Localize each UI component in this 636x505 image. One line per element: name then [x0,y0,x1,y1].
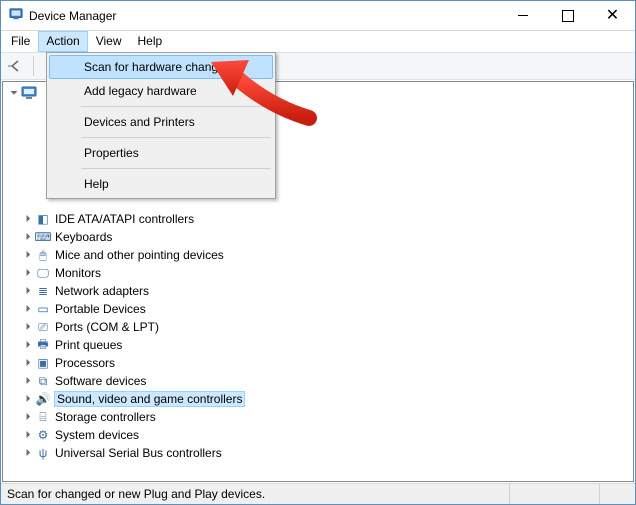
tree-category[interactable]: ≣ Network adapters [7,282,633,300]
expand-collapse-icon[interactable] [21,268,35,279]
menu-item-help[interactable]: Help [49,172,273,196]
menu-item-label: Devices and Printers [84,115,195,129]
expand-collapse-icon[interactable] [21,340,35,351]
expand-collapse-icon[interactable] [21,322,35,333]
minimize-button[interactable] [500,1,545,30]
category-label: Ports (COM & LPT) [55,320,159,334]
tree-category[interactable]: ⧉ Software devices [7,372,633,390]
tree-category[interactable]: ⎚ Ports (COM & LPT) [7,318,633,336]
menu-item-properties[interactable]: Properties [49,141,273,165]
tree-category[interactable]: ▣ Processors [7,354,633,372]
menu-view[interactable]: View [88,31,130,52]
expand-collapse-icon[interactable] [21,430,35,441]
usb-icon: ψ [35,445,51,461]
maximize-button[interactable] [545,1,590,30]
status-text: Scan for changed or new Plug and Play de… [7,487,265,501]
menu-separator [81,106,271,107]
category-label: Network adapters [55,284,149,298]
tree-category[interactable]: ⌸ Storage controllers [7,408,633,426]
port-icon: ⎚ [35,319,51,335]
titlebar: Device Manager ✕ [1,1,635,31]
tree-category[interactable]: ⚙ System devices [7,426,633,444]
tree-category[interactable]: 🔊 Sound, video and game controllers [7,390,633,408]
statusbar: Scan for changed or new Plug and Play de… [1,483,635,504]
menu-item-label: Properties [84,146,139,160]
software-icon: ⧉ [35,373,51,389]
window-controls: ✕ [500,1,635,30]
expand-collapse-icon[interactable] [21,358,35,369]
category-label: Universal Serial Bus controllers [55,446,222,460]
mouse-icon: 🖱 [35,247,51,263]
expand-collapse-icon[interactable] [7,88,21,99]
menu-item-label: Add legacy hardware [84,84,197,98]
toolbar-separator [33,56,34,76]
computer-icon [21,85,37,101]
cpu-icon: ▣ [35,355,51,371]
category-label: Portable Devices [55,302,146,316]
tree-category[interactable]: ▭ Portable Devices [7,300,633,318]
expand-collapse-icon[interactable] [21,376,35,387]
menu-item-add-legacy-hardware[interactable]: Add legacy hardware [49,79,273,103]
menu-action[interactable]: Action [38,31,87,52]
expand-collapse-icon[interactable] [21,304,35,315]
monitor-icon: 🖵 [35,265,51,281]
category-label: Monitors [55,266,101,280]
sound-icon: 🔊 [35,391,51,407]
action-dropdown: Scan for hardware changes Add legacy hard… [46,52,276,199]
menubar: File Action View Help [1,31,635,52]
storage-icon: ⌸ [35,409,51,425]
menu-separator [81,137,271,138]
expand-collapse-icon[interactable] [21,394,35,405]
tree-category[interactable]: 🖶 Print queues [7,336,633,354]
expand-collapse-icon[interactable] [21,232,35,243]
menu-help[interactable]: Help [130,31,171,52]
menu-item-scan-for-hardware-changes[interactable]: Scan for hardware changes [49,55,273,79]
system-icon: ⚙ [35,427,51,443]
printer-icon: 🖶 [35,337,51,353]
category-label: Mice and other pointing devices [55,248,224,262]
tree-category[interactable]: 🖱 Mice and other pointing devices [7,246,633,264]
back-button[interactable] [7,57,25,75]
category-label: Software devices [55,374,146,388]
keyboard-icon: ⌨ [35,229,51,245]
tree-category[interactable]: ψ Universal Serial Bus controllers [7,444,633,462]
app-icon [9,7,23,24]
category-label: Processors [55,356,115,370]
expand-collapse-icon[interactable] [21,214,35,225]
category-label: Print queues [55,338,122,352]
menu-item-label: Help [84,177,109,191]
tree-category[interactable]: ◧ IDE ATA/ATAPI controllers [7,210,633,228]
tree-category[interactable]: 🖵 Monitors [7,264,633,282]
expand-collapse-icon[interactable] [21,286,35,297]
window-title: Device Manager [29,9,116,23]
category-label: IDE ATA/ATAPI controllers [55,212,194,226]
network-icon: ≣ [35,283,51,299]
category-label: Sound, video and game controllers [55,392,244,406]
portable-icon: ▭ [35,301,51,317]
category-label: Keyboards [55,230,112,244]
category-label: Storage controllers [55,410,156,424]
menu-item-label: Scan for hardware changes [84,60,231,74]
expand-collapse-icon[interactable] [21,448,35,459]
tree-category[interactable]: ⌨ Keyboards [7,228,633,246]
close-button[interactable]: ✕ [590,1,635,30]
menu-file[interactable]: File [3,31,38,52]
category-label: System devices [55,428,139,442]
menu-separator [81,168,271,169]
menu-item-devices-and-printers[interactable]: Devices and Printers [49,110,273,134]
expand-collapse-icon[interactable] [21,412,35,423]
ide-icon: ◧ [35,211,51,227]
expand-collapse-icon[interactable] [21,250,35,261]
